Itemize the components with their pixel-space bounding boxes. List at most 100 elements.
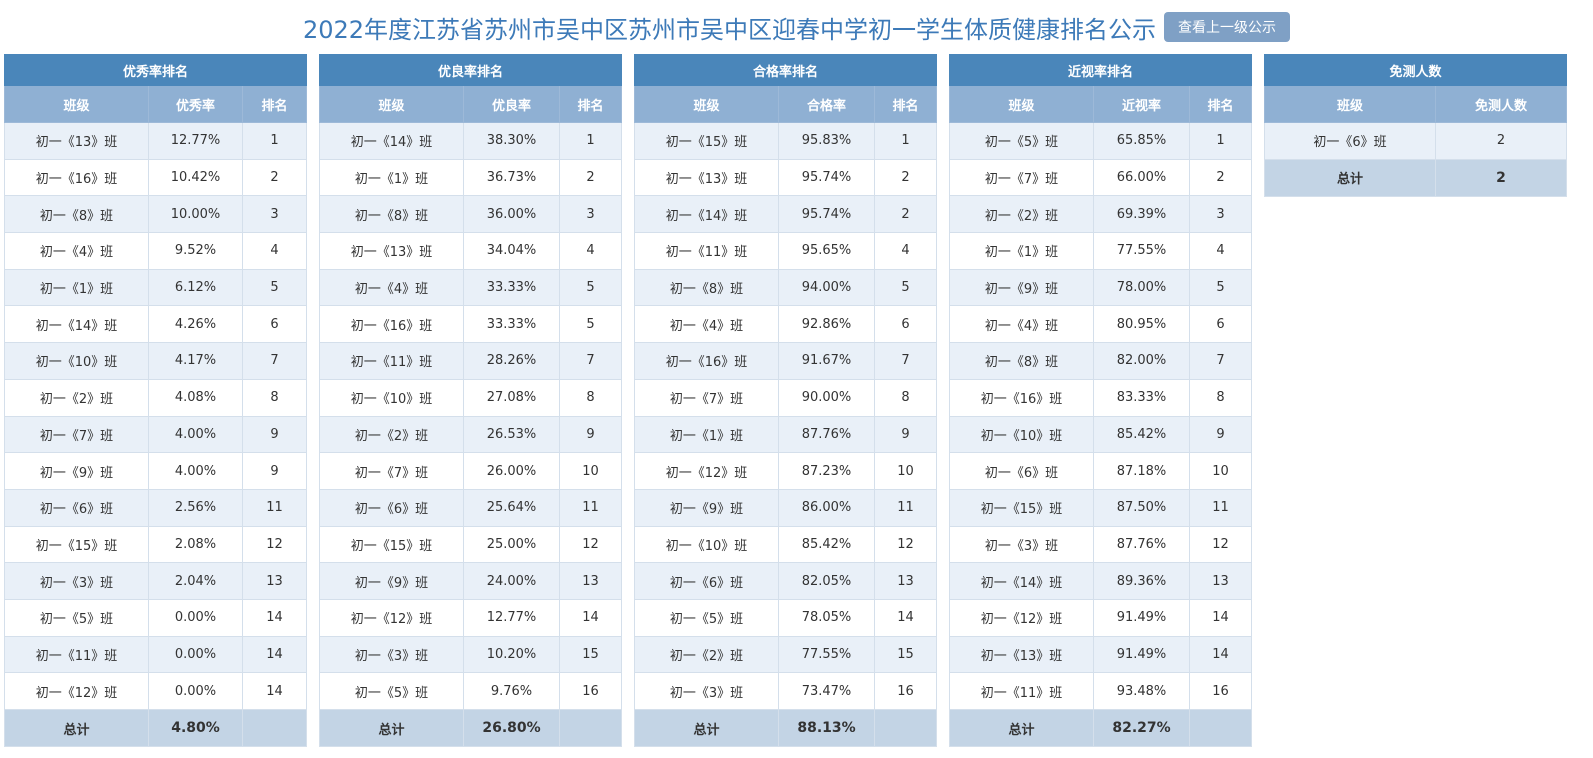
table-cell: 12 <box>558 525 623 564</box>
table-cell: 34.04% <box>463 232 560 270</box>
table-cell: 初一《14》班 <box>4 305 149 344</box>
table-row: 初一《1》班 36.73% 2 <box>319 158 623 197</box>
table-row: 初一《10》班 85.42% 12 <box>634 525 938 564</box>
total-row: 总计 2 <box>1264 158 1568 197</box>
table-cell: 91.67% <box>778 342 875 380</box>
total-cell <box>1188 709 1253 747</box>
page-header: 2022年度江苏省苏州市吴中区苏州市吴中区迎春中学初一学生体质健康排名公示 查看… <box>0 0 1593 54</box>
table-row: 初一《12》班 12.77% 14 <box>319 598 623 637</box>
myopia-rate-ranking-panel: 近视率排名 班级 近视率 排名 初一《5》班 65.85% 1 初一《7》班 66.00% 2 初一… <box>948 54 1253 747</box>
table-cell: 6 <box>873 305 938 344</box>
total-cell: 26.80% <box>463 709 560 747</box>
table-cell: 初一《9》班 <box>634 488 779 527</box>
column-header: 排名 <box>873 85 938 123</box>
table-cell: 13 <box>241 562 308 600</box>
table-cell: 5 <box>241 268 308 307</box>
table-row: 初一《11》班 0.00% 14 <box>4 635 308 674</box>
total-cell: 总计 <box>1264 158 1436 197</box>
table-row: 初一《9》班 4.00% 9 <box>4 452 308 490</box>
table-cell: 69.39% <box>1093 195 1190 234</box>
table-row: 初一《7》班 26.00% 10 <box>319 452 623 490</box>
table-cell: 初一《2》班 <box>949 195 1094 234</box>
table-cell: 初一《4》班 <box>4 232 149 270</box>
table-row: 初一《1》班 77.55% 4 <box>949 232 1253 270</box>
column-header: 排名 <box>241 85 308 123</box>
table-cell: 85.42% <box>1093 415 1190 454</box>
table-cell: 87.50% <box>1093 488 1190 527</box>
table-cell: 95.74% <box>778 195 875 234</box>
table-cell: 0.00% <box>148 635 243 674</box>
table-cell: 2 <box>1188 158 1253 197</box>
table-row: 初一《5》班 9.76% 16 <box>319 672 623 710</box>
good-rate-ranking-panel: 优良率排名 班级 优良率 排名 初一《14》班 38.30% 1 初一《1》班 36.73% 2 初… <box>318 54 623 747</box>
total-row: 总计 82.27% <box>949 709 1253 747</box>
table-row: 初一《14》班 89.36% 13 <box>949 562 1253 600</box>
table-cell: 初一《6》班 <box>319 488 464 527</box>
page-title: 2022年度江苏省苏州市吴中区苏州市吴中区迎春中学初一学生体质健康排名公示 <box>302 15 1157 44</box>
table-cell: 14 <box>873 598 938 637</box>
table-caption: 近视率排名 <box>948 54 1253 86</box>
table-cell: 85.42% <box>778 525 875 564</box>
table-cell: 初一《9》班 <box>4 452 149 490</box>
table-row: 初一《11》班 95.65% 4 <box>634 232 938 270</box>
table-row: 初一《9》班 86.00% 11 <box>634 488 938 527</box>
table-cell: 9.52% <box>148 232 243 270</box>
table-cell: 14 <box>1188 635 1253 674</box>
table-cell: 26.00% <box>463 452 560 490</box>
table-cell: 初一《11》班 <box>634 232 779 270</box>
table-cell: 11 <box>1188 488 1253 527</box>
table-cell: 初一《16》班 <box>4 158 149 197</box>
table-row: 初一《3》班 73.47% 16 <box>634 672 938 710</box>
table-cell: 80.95% <box>1093 305 1190 344</box>
table-cell: 13 <box>1188 562 1253 600</box>
table-cell: 初一《15》班 <box>949 488 1094 527</box>
table-cell: 7 <box>241 342 308 380</box>
table-cell: 初一《15》班 <box>319 525 464 564</box>
table-cell: 12 <box>1188 525 1253 564</box>
table-row: 初一《8》班 94.00% 5 <box>634 268 938 307</box>
table-row: 初一《1》班 87.76% 9 <box>634 415 938 454</box>
table-cell: 2.04% <box>148 562 243 600</box>
table-cell: 9 <box>241 415 308 454</box>
column-header: 班级 <box>4 85 149 123</box>
column-header: 免测人数 <box>1434 85 1568 123</box>
table-cell: 4.00% <box>148 452 243 490</box>
good-rate-table: 优良率排名 班级 优良率 排名 初一《14》班 38.30% 1 初一《1》班 36.73% 2 初… <box>318 54 623 747</box>
column-header: 优良率 <box>463 85 560 123</box>
total-cell: 4.80% <box>148 709 243 747</box>
table-cell: 初一《3》班 <box>319 635 464 674</box>
table-cell: 82.05% <box>778 562 875 600</box>
table-cell: 初一《11》班 <box>319 342 464 380</box>
table-cell: 10.42% <box>148 158 243 197</box>
table-cell: 初一《10》班 <box>319 378 464 417</box>
table-cell: 8 <box>873 378 938 417</box>
table-cell: 10.20% <box>463 635 560 674</box>
total-cell: 82.27% <box>1093 709 1190 747</box>
table-row: 初一《6》班 82.05% 13 <box>634 562 938 600</box>
pass-rate-table: 合格率排名 班级 合格率 排名 初一《15》班 95.83% 1 初一《13》班 95.74% 2… <box>633 54 938 747</box>
table-cell: 7 <box>1188 342 1253 380</box>
table-cell: 初一《7》班 <box>949 158 1094 197</box>
total-cell: 总计 <box>949 709 1094 747</box>
table-cell: 初一《8》班 <box>634 268 779 307</box>
table-cell: 14 <box>241 598 308 637</box>
table-row: 初一《12》班 0.00% 14 <box>4 672 308 710</box>
table-cell: 初一《6》班 <box>634 562 779 600</box>
table-row: 初一《15》班 87.50% 11 <box>949 488 1253 527</box>
table-cell: 5 <box>1188 268 1253 307</box>
excellent-rate-table: 优秀率排名 班级 优秀率 排名 初一《13》班 12.77% 1 初一《16》班 10.42% 2… <box>3 54 308 747</box>
table-cell: 93.48% <box>1093 672 1190 710</box>
table-cell: 7 <box>558 342 623 380</box>
table-cell: 13 <box>873 562 938 600</box>
table-cell: 8 <box>241 378 308 417</box>
table-cell: 4.26% <box>148 305 243 344</box>
view-parent-announcement-button[interactable]: 查看上一级公示 <box>1164 12 1291 42</box>
table-cell: 初一《12》班 <box>319 598 464 637</box>
table-cell: 15 <box>558 635 623 674</box>
table-cell: 65.85% <box>1093 122 1190 160</box>
table-cell: 初一《13》班 <box>4 122 149 160</box>
table-cell: 6.12% <box>148 268 243 307</box>
table-cell: 初一《5》班 <box>319 672 464 710</box>
table-cell: 90.00% <box>778 378 875 417</box>
table-cell: 11 <box>241 488 308 527</box>
